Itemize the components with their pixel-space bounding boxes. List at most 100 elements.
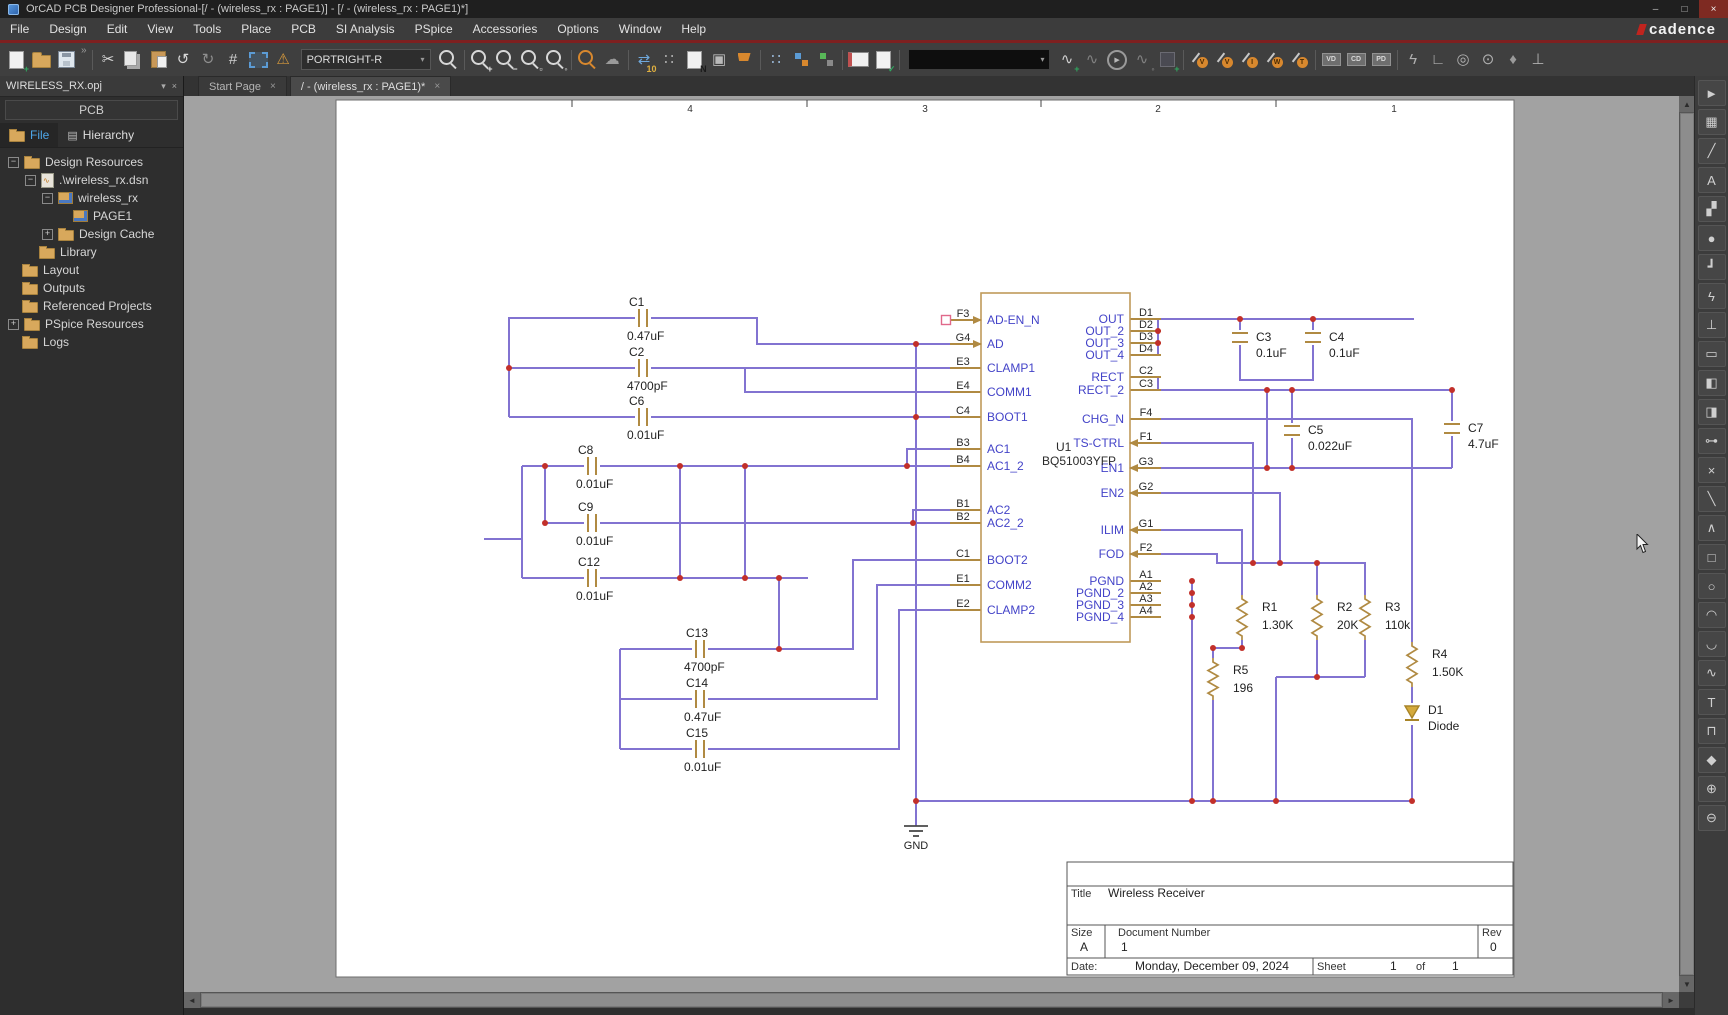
place-text-icon[interactable]: T [1697,689,1726,715]
tab-close-icon[interactable]: × [270,81,276,92]
vertical-scroll-thumb[interactable] [1680,113,1694,975]
zoom-out-tool-icon[interactable]: ⊖ [1697,805,1726,831]
new-design-icon[interactable]: + [4,47,29,73]
menu-file[interactable]: File [0,18,39,40]
design-bundle-icon[interactable]: ☁ [600,47,625,73]
tree-item-logs[interactable]: Logs [0,333,183,351]
menu-pcb[interactable]: PCB [281,18,326,40]
bill-of-materials-icon[interactable] [732,47,757,73]
place-marker-icon[interactable]: ◆ [1697,747,1726,773]
view-simulation-results-icon[interactable]: ∿ ◦ [1130,47,1155,73]
undo-icon[interactable]: ↺ [171,47,196,73]
probe-marker-icon[interactable]: ♦ [1501,47,1526,73]
annotate-icon[interactable]: ⇄ 10 [632,47,657,73]
menu-design[interactable]: Design [39,18,96,40]
place-ground-icon[interactable]: ⊥ [1697,312,1726,338]
tree-item-outputs[interactable]: Outputs [0,279,183,297]
schematic-drawing[interactable]: 4 3 2 1C10.47uFC24700pFC60.01uFC80.01uFC90.… [184,96,1679,992]
select-pointer-icon[interactable]: ► [1697,80,1726,106]
drc-check-icon[interactable]: ∷ [657,47,682,73]
save-document-icon[interactable] [54,47,79,73]
place-junction-icon[interactable]: ● [1697,225,1726,251]
select-area-icon[interactable] [246,47,271,73]
tree-expander-icon[interactable]: + [8,318,19,330]
place-no-connect-icon[interactable]: × [1697,457,1726,483]
place-hierarchical-pin-icon[interactable]: ◨ [1697,399,1726,425]
tree-expander-icon[interactable]: − [42,192,53,204]
menu-window[interactable]: Window [609,18,672,40]
menu-pspice[interactable]: PSpice [405,18,463,40]
sidebar-tab-file[interactable]: File [0,123,59,147]
horizontal-scrollbar[interactable]: ◄ ► [184,992,1679,1008]
sidebar-tab-hierarchy[interactable]: ▤ Hierarchy [58,123,143,147]
paste-icon[interactable] [146,47,171,73]
menu-view[interactable]: View [137,18,183,40]
new-simulation-profile-icon[interactable]: ∿ + [1055,47,1080,73]
project-type-selector[interactable]: PCB [5,100,178,120]
axis-marker-icon[interactable]: ⊥ [1526,47,1551,73]
zoom-in-tool-icon[interactable]: ⊕ [1697,776,1726,802]
schematic-page-canvas[interactable]: 4 3 2 1 C1 0.47uF C2 4700pF C6 0.01uF C8 0.01uF C9 0.… [184,96,1679,992]
tree-expander-icon[interactable]: − [8,156,19,168]
zoom-out-icon[interactable]: − [493,47,518,73]
tree-item-design-cache[interactable]: + Design Cache [0,225,183,243]
place-bus-icon[interactable]: ▞ [1697,196,1726,222]
menu-tools[interactable]: Tools [183,18,231,40]
place-ellipse-icon[interactable]: ○ [1697,573,1726,599]
dropdown-arrow-icon[interactable]: ▾ [421,55,425,64]
place-polyline-icon[interactable]: ∧ [1697,515,1726,541]
cut-icon[interactable]: ✂ [96,47,121,73]
origin-marker-icon[interactable]: ◎ [1451,47,1476,73]
add-model-icon[interactable]: + [1155,47,1180,73]
tree-item-layout[interactable]: Layout [0,261,183,279]
voltage-diff-probe-icon[interactable]: V [1212,47,1237,73]
trace-marker-icon[interactable]: ∟ [1426,47,1451,73]
place-rectangle-icon[interactable]: □ [1697,544,1726,570]
part-manager-icon[interactable] [814,47,839,73]
scroll-down-button[interactable]: ▼ [1679,976,1695,992]
voltage-display-icon[interactable]: VD [1319,47,1344,73]
menu-help[interactable]: Help [671,18,716,40]
color-palette-icon[interactable] [789,47,814,73]
document-tab-start-page[interactable]: Start Page × [198,76,287,96]
panel-close-icon[interactable]: × [172,81,177,91]
edit-simulation-profile-icon[interactable]: ∿ [1080,47,1105,73]
tree-item-wireless-rx[interactable]: − wireless_rx [0,189,183,207]
dropdown-arrow-icon[interactable]: ▾ [1041,55,1045,64]
tree-expander-icon[interactable]: + [42,228,53,240]
current-display-icon[interactable]: CD [1344,47,1369,73]
edit-properties-icon[interactable]: ∷ [764,47,789,73]
current-probe-icon[interactable]: I [1237,47,1262,73]
tab-close-icon[interactable]: × [434,81,440,92]
scroll-up-button[interactable]: ▲ [1679,96,1695,112]
simulation-profile-selector[interactable]: ▾ [907,49,1050,70]
close-button[interactable]: × [1699,0,1728,18]
spreadsheet-view-icon[interactable] [846,47,871,73]
open-document-icon[interactable] [29,47,54,73]
place-net-alias-icon[interactable]: A [1697,167,1726,193]
place-line-icon[interactable]: ╲ [1697,486,1726,512]
place-hierarchical-block-icon[interactable]: ▭ [1697,341,1726,367]
create-netlist-icon[interactable]: N [682,47,707,73]
tree-item-pspice-resources[interactable]: + PSpice Resources [0,315,183,333]
temperature-probe-icon[interactable]: T [1287,47,1312,73]
place-elliptical-arc-icon[interactable]: ◡ [1697,631,1726,657]
menu-si-analysis[interactable]: SI Analysis [326,18,405,40]
vertical-scrollbar[interactable]: ▲ ▼ [1679,96,1695,992]
document-tab-wireless-rx-page1[interactable]: / - (wireless_rx : PAGE1)* × [289,76,452,96]
horizontal-scroll-thumb[interactable] [201,993,1662,1007]
menu-place[interactable]: Place [231,18,281,40]
time-marker-icon[interactable]: ⊙ [1476,47,1501,73]
toolbar-overflow-icon[interactable]: » [81,43,87,56]
snap-to-grid-icon[interactable]: # [221,47,246,73]
place-bus-entry-icon[interactable]: ┛ [1697,254,1726,280]
run-simulation-icon[interactable]: ▶ [1105,47,1130,73]
maximize-button[interactable]: □ [1670,0,1699,18]
move-warning-icon[interactable]: ⚠ [271,47,296,73]
power-marker-icon[interactable]: ϟ [1401,47,1426,73]
copy-icon[interactable] [121,47,146,73]
menu-edit[interactable]: Edit [97,18,138,40]
place-hierarchical-port-icon[interactable]: ◧ [1697,370,1726,396]
minimize-button[interactable]: – [1641,0,1670,18]
voltage-probe-icon[interactable]: V [1187,47,1212,73]
